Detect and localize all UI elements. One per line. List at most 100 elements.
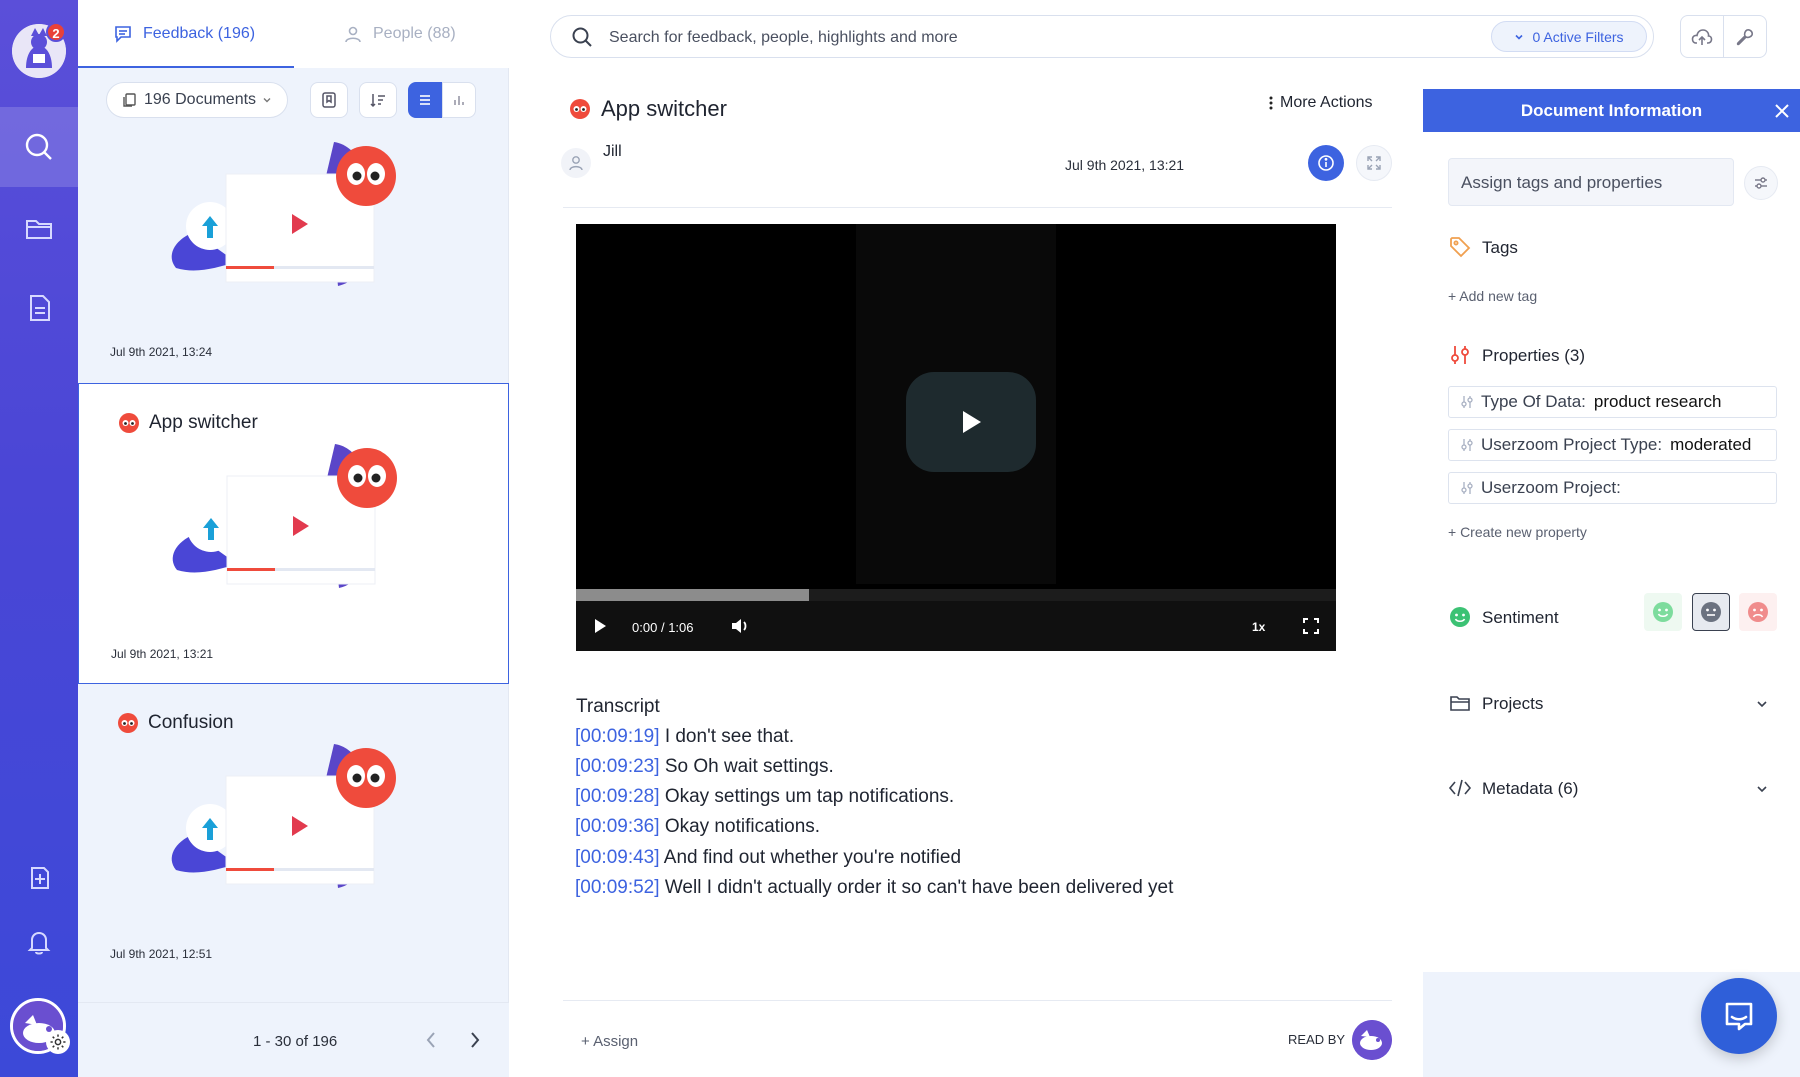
transcript-text: And find out whether you're notified [663, 847, 962, 868]
document-info-button[interactable] [1308, 145, 1344, 181]
metadata-section-icon [1448, 776, 1472, 800]
transcript-heading: Transcript [576, 696, 660, 717]
property-key: Userzoom Project: [1481, 478, 1621, 497]
folder-icon [26, 220, 52, 239]
support-chat-button[interactable] [1701, 978, 1777, 1054]
feed-column: Feedback (196) People (88) 196 Documents [78, 0, 509, 1077]
doc-owl-icon [570, 99, 590, 124]
sentiment-neutral-button[interactable] [1692, 593, 1730, 631]
code-icon [1448, 779, 1472, 797]
feed-tabs: Feedback (196) People (88) [78, 0, 509, 68]
transcript-text: Okay notifications. [664, 816, 821, 837]
chevron-right-icon [471, 1032, 480, 1048]
active-filters-button[interactable]: 0 Active Filters [1491, 21, 1647, 52]
tag-settings-button[interactable] [1744, 166, 1778, 200]
video-thumbnail [166, 738, 416, 923]
read-by-label: READ BY [1288, 1032, 1346, 1047]
prev-page-button[interactable] [418, 1027, 444, 1053]
projects-expand[interactable] [1753, 695, 1771, 713]
video-play-overlay[interactable] [906, 372, 1036, 472]
play-icon [595, 619, 606, 633]
reader-avatar[interactable] [1352, 1020, 1392, 1060]
transcript-timestamp[interactable]: [00:09:19] [575, 726, 660, 747]
fullscreen-button[interactable] [1299, 614, 1323, 638]
assign-button[interactable]: + Assign [581, 1033, 638, 1050]
sentiment-negative-button[interactable] [1739, 593, 1777, 631]
close-panel-button[interactable] [1770, 99, 1794, 123]
projects-section-icon [1448, 691, 1472, 715]
owl-icon [570, 99, 590, 119]
card-date: Jul 9th 2021, 13:21 [111, 647, 214, 661]
metadata-expand[interactable] [1753, 780, 1771, 798]
next-page-button[interactable] [462, 1027, 488, 1053]
footer-divider [563, 1000, 1392, 1001]
owl-icon [118, 713, 138, 733]
properties-section-icon [1448, 343, 1472, 367]
owl-icon [119, 413, 139, 433]
kebab-icon [1269, 96, 1273, 110]
transcript-timestamp[interactable]: [00:09:36] [575, 816, 660, 837]
transcript-line: [00:09:43] And find out whether you're n… [575, 847, 961, 869]
card-date: Jul 9th 2021, 12:51 [110, 947, 213, 961]
pagination: 1 - 30 of 196 [78, 1002, 509, 1077]
happy-face-icon [1653, 602, 1673, 622]
tools-button[interactable] [1723, 15, 1767, 58]
tab-people[interactable]: People (88) [343, 0, 456, 68]
feed-card-selected[interactable]: App switcher Jul 9th 2021, 13:21 [78, 383, 509, 684]
play-icon [963, 411, 981, 433]
rail-documents[interactable] [0, 268, 78, 348]
global-search[interactable]: Search for feedback, people, highlights … [550, 15, 1654, 58]
upload-button[interactable] [1680, 15, 1724, 58]
smile-icon [1450, 607, 1470, 627]
settings-gear[interactable] [46, 1030, 70, 1054]
person-icon [345, 26, 361, 43]
property-key: Userzoom Project Type: [1481, 435, 1663, 454]
feed-card[interactable]: Confusion Jul 9th 2021, 12:51 [78, 684, 509, 985]
add-page-icon [31, 867, 49, 889]
card-date: Jul 9th 2021, 13:24 [110, 345, 213, 359]
author-avatar [561, 148, 591, 178]
video-time: 0:00 / 1:06 [632, 620, 694, 635]
sad-face-icon [1748, 602, 1768, 622]
property-icon [1461, 482, 1473, 494]
projects-title[interactable]: Projects [1482, 694, 1543, 714]
property-icon [1461, 439, 1473, 451]
more-actions-button[interactable]: More Actions [1268, 94, 1372, 112]
wrench-icon [1736, 28, 1753, 45]
property-row[interactable]: Userzoom Project: [1448, 472, 1777, 504]
sliders-icon [1755, 177, 1767, 189]
chevron-left-icon [426, 1032, 435, 1048]
add-tag-link[interactable]: + Add new tag [1448, 288, 1537, 304]
property-row[interactable]: Type Of Data: product research [1448, 386, 1777, 418]
metadata-title[interactable]: Metadata (6) [1482, 779, 1578, 799]
transcript-timestamp[interactable]: [00:09:43] [575, 847, 660, 868]
tab-feedback-label: Feedback (196) [143, 25, 256, 42]
rail-search[interactable] [0, 107, 78, 187]
transcript-timestamp[interactable]: [00:09:52] [575, 877, 660, 898]
play-button[interactable] [588, 614, 612, 638]
expand-button[interactable] [1356, 145, 1392, 181]
video-player[interactable]: 0:00 / 1:06 1x [576, 224, 1336, 651]
chat-icon [1725, 1002, 1753, 1031]
transcript-line: [00:09:23] So Oh wait settings. [575, 756, 834, 778]
info-icon [1318, 155, 1334, 171]
document-title: App switcher [601, 96, 727, 121]
author-name[interactable]: Jill [603, 143, 622, 161]
video-time-separator: / [660, 620, 665, 635]
tab-feedback[interactable]: Feedback (196) [113, 0, 255, 68]
transcript-timestamp[interactable]: [00:09:23] [575, 756, 660, 777]
volume-icon [732, 619, 747, 633]
notification-badge: 2 [46, 22, 66, 42]
property-row[interactable]: Userzoom Project Type: moderated [1448, 429, 1777, 461]
rail-notifications[interactable] [0, 902, 78, 982]
search-input[interactable]: Search for feedback, people, highlights … [609, 29, 958, 47]
transcript-timestamp[interactable]: [00:09:28] [575, 786, 660, 807]
sentiment-positive-button[interactable] [1644, 593, 1682, 631]
tag-property-input[interactable]: Assign tags and properties [1448, 158, 1734, 206]
volume-button[interactable] [728, 614, 752, 638]
playback-speed[interactable]: 1x [1252, 620, 1265, 634]
person-icon [569, 156, 583, 171]
create-property-link[interactable]: + Create new property [1448, 524, 1587, 540]
rail-projects[interactable] [0, 188, 78, 268]
feed-card[interactable]: Jul 9th 2021, 13:24 [78, 82, 509, 383]
